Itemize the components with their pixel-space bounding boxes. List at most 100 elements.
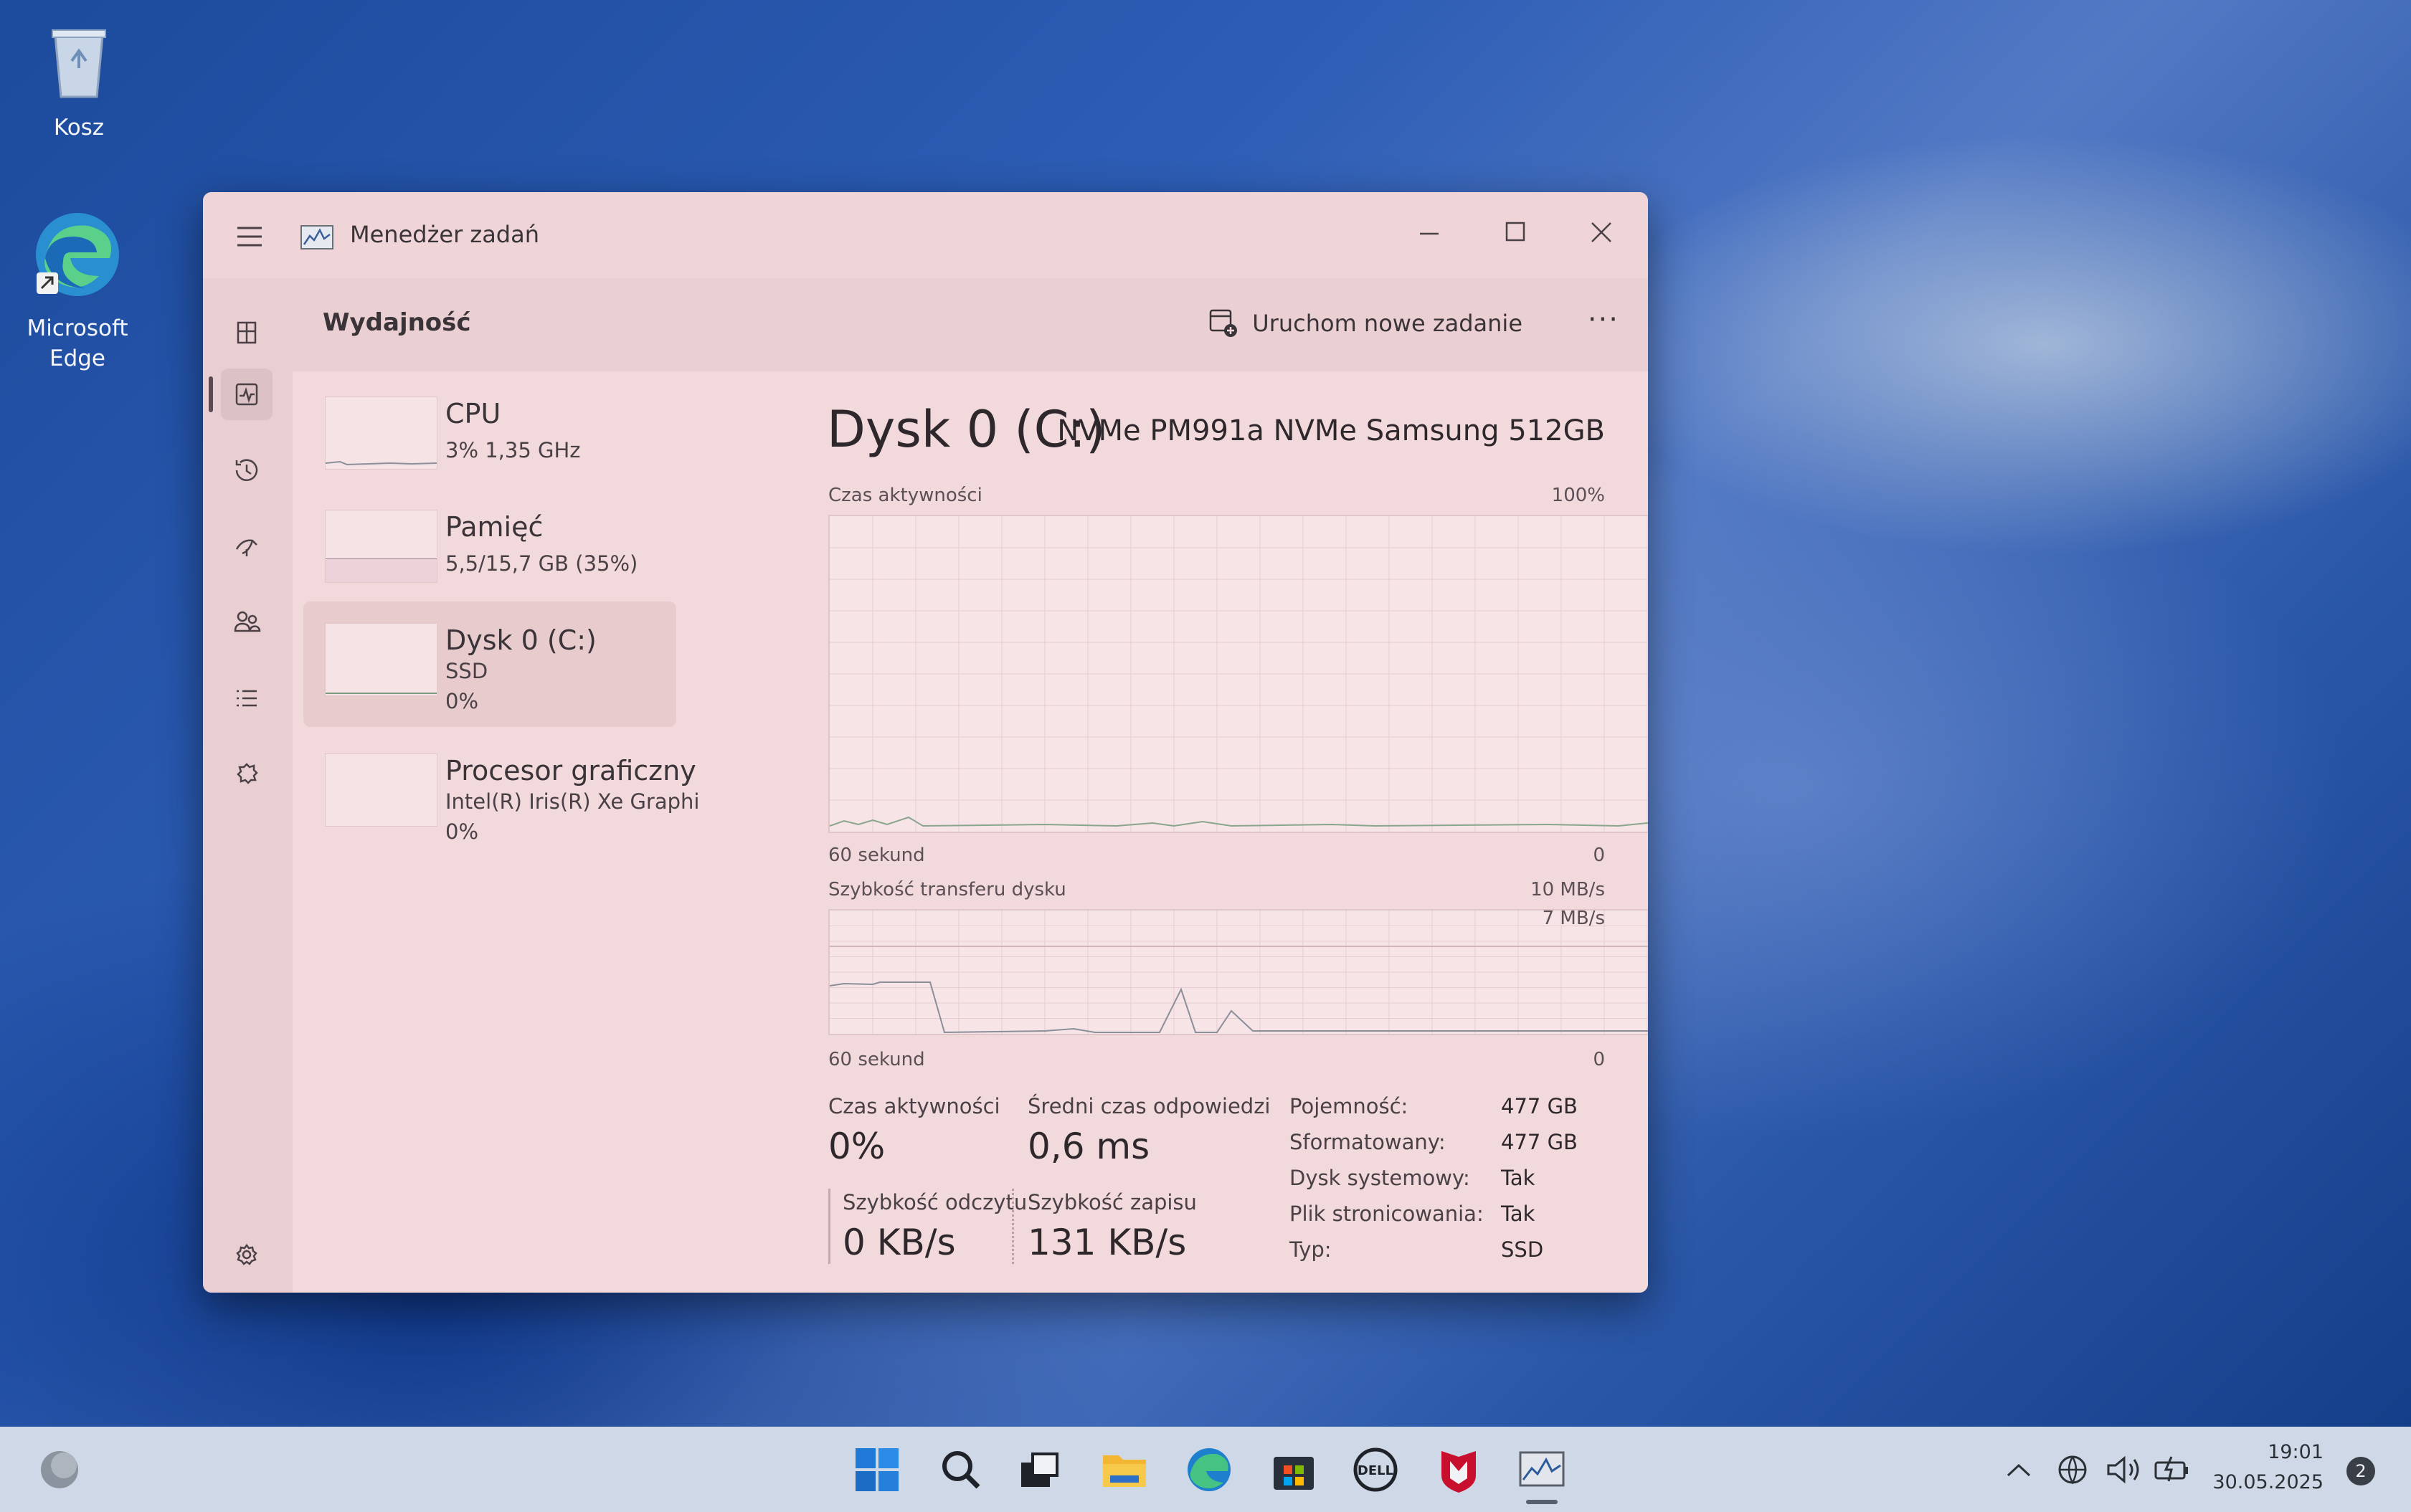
minimize-button[interactable] xyxy=(1390,208,1469,258)
edge-browser-icon[interactable] xyxy=(1182,1442,1236,1497)
graph1-label: Czas aktywności xyxy=(828,485,982,506)
search-icon[interactable] xyxy=(934,1442,988,1497)
read-divider xyxy=(828,1189,830,1264)
settings-gear-icon[interactable] xyxy=(221,1229,273,1280)
transfer-rate-graph xyxy=(828,909,1648,1035)
task-manager-taskbar-icon[interactable] xyxy=(1515,1442,1569,1497)
perf-item-disk0[interactable]: Dysk 0 (C:) SSD 0% xyxy=(303,602,676,727)
navigation-rail xyxy=(203,278,293,1293)
task-manager-app-icon xyxy=(300,225,333,249)
page-header: Wydajność Uruchom nowe zadanie ··· xyxy=(293,278,1648,371)
disk-model: NVMe PM991a NVMe Samsung 512GB xyxy=(1057,414,1605,447)
formatted-key: Sformatowany: xyxy=(1289,1130,1446,1154)
graph1-max: 100% xyxy=(1551,485,1605,506)
title-bar: Menedżer zadań xyxy=(203,192,1648,278)
active-time-label: Czas aktywności xyxy=(828,1094,1000,1118)
page-title: Wydajność xyxy=(323,308,471,337)
active-time-value: 0% xyxy=(828,1126,886,1167)
write-speed-value: 131 KB/s xyxy=(1028,1222,1187,1263)
perf-item-cpu[interactable]: CPU 3% 1,35 GHz xyxy=(303,375,676,500)
startup-apps-icon[interactable] xyxy=(221,520,273,572)
avg-response-value: 0,6 ms xyxy=(1028,1126,1150,1167)
processes-icon[interactable] xyxy=(221,307,273,358)
perf-item-memory[interactable]: Pamięć 5,5/15,7 GB (35%) xyxy=(303,488,676,614)
users-icon[interactable] xyxy=(221,596,273,648)
active-nav-indicator xyxy=(209,376,213,412)
capacity-key: Pojemność: xyxy=(1289,1094,1408,1118)
active-time-chart xyxy=(830,516,1648,832)
system-disk-key: Dysk systemowy: xyxy=(1289,1166,1470,1190)
details-icon[interactable] xyxy=(221,672,273,724)
volume-icon[interactable] xyxy=(2101,1442,2144,1497)
transfer-rate-chart xyxy=(830,910,1648,1034)
file-explorer-icon[interactable] xyxy=(1097,1442,1152,1497)
start-button-icon[interactable] xyxy=(850,1442,904,1497)
taskbar: DELL 19:01 30.05.2025 2 xyxy=(0,1427,2411,1512)
more-options-button[interactable]: ··· xyxy=(1588,303,1619,336)
edge-icon xyxy=(36,213,119,296)
dell-icon[interactable]: DELL xyxy=(1348,1442,1403,1497)
memory-thumbnail-graph xyxy=(325,510,437,583)
type-key: Typ: xyxy=(1289,1237,1332,1262)
perf-item-name: Pamięć xyxy=(445,511,544,543)
graph1-min: 0 xyxy=(1593,845,1605,866)
clock-time[interactable]: 19:01 xyxy=(2187,1441,2324,1463)
gpu-thumbnail-graph xyxy=(325,753,437,827)
read-speed-label: Szybkość odczytu xyxy=(843,1190,1028,1214)
microsoft-store-icon[interactable] xyxy=(1266,1442,1321,1497)
write-divider xyxy=(1012,1189,1014,1264)
new-task-icon xyxy=(1210,309,1238,337)
perf-item-detail: SSD xyxy=(445,659,488,683)
mcafee-icon[interactable] xyxy=(1431,1442,1486,1497)
chevron-up-icon[interactable] xyxy=(2001,1442,2037,1497)
graph2-time: 60 sekund xyxy=(828,1049,925,1070)
perf-item-usage: 0% xyxy=(445,689,479,713)
read-speed-value: 0 KB/s xyxy=(843,1222,956,1263)
cpu-thumbnail-graph xyxy=(325,396,437,470)
desktop-icon-label: Kosz xyxy=(53,115,105,141)
app-history-icon[interactable] xyxy=(221,444,273,496)
battery-charging-icon[interactable] xyxy=(2150,1442,2193,1497)
perf-item-detail: Intel(R) Iris(R) Xe Graphi xyxy=(445,789,700,814)
notification-badge[interactable]: 2 xyxy=(2346,1457,2375,1485)
active-app-indicator xyxy=(1526,1500,1558,1504)
performance-icon[interactable] xyxy=(221,369,273,420)
graph2-min: 0 xyxy=(1593,1049,1605,1070)
widgets-icon[interactable] xyxy=(32,1442,87,1497)
write-speed-label: Szybkość zapisu xyxy=(1028,1190,1197,1214)
graph2-mid: 7 MB/s xyxy=(1542,908,1605,929)
maximize-button[interactable] xyxy=(1476,208,1555,258)
desktop-icon-edge[interactable]: Microsoft Edge xyxy=(13,208,142,374)
graph2-label: Szybkość transferu dysku xyxy=(828,879,1066,900)
perf-item-name: Procesor graficzny xyxy=(445,755,696,786)
hamburger-menu-icon[interactable] xyxy=(232,222,267,251)
perf-item-name: CPU xyxy=(445,398,501,429)
perf-item-gpu[interactable]: Procesor graficzny Intel(R) Iris(R) Xe G… xyxy=(303,732,699,857)
perf-item-detail: 5,5/15,7 GB (35%) xyxy=(445,551,638,576)
perf-item-usage: 0% xyxy=(445,819,479,844)
perf-item-name: Dysk 0 (C:) xyxy=(445,624,597,656)
performance-content: CPU 3% 1,35 GHz Pamięć 5,5/15,7 GB (35%)… xyxy=(293,371,1648,1293)
perf-item-detail: 3% 1,35 GHz xyxy=(445,438,581,462)
svg-text:DELL: DELL xyxy=(1358,1463,1393,1478)
active-time-graph xyxy=(828,515,1648,833)
close-button[interactable] xyxy=(1562,208,1641,258)
disk-thumbnail-graph xyxy=(325,623,437,696)
formatted-value: 477 GB xyxy=(1501,1130,1578,1154)
system-disk-value: Tak xyxy=(1501,1166,1535,1190)
task-view-icon[interactable] xyxy=(1011,1442,1066,1497)
network-icon[interactable] xyxy=(2051,1442,2094,1497)
clock-date[interactable]: 30.05.2025 xyxy=(2187,1471,2324,1493)
run-new-task-label: Uruchom nowe zadanie xyxy=(1252,310,1522,337)
run-new-task-button[interactable]: Uruchom nowe zadanie xyxy=(1208,302,1522,345)
page-file-key: Plik stronicowania: xyxy=(1289,1202,1484,1226)
page-file-value: Tak xyxy=(1501,1202,1535,1226)
services-icon[interactable] xyxy=(221,748,273,800)
graph2-max: 10 MB/s xyxy=(1530,879,1605,900)
desktop-icon-recycle-bin[interactable]: Kosz xyxy=(14,22,143,143)
graph1-time: 60 sekund xyxy=(828,845,925,866)
task-manager-window: Menedżer zadań Wydajność Uruchom nowe za… xyxy=(203,192,1648,1293)
capacity-value: 477 GB xyxy=(1501,1094,1578,1118)
recycle-bin-icon xyxy=(52,29,106,98)
desktop-icon-label: Microsoft Edge xyxy=(27,315,128,371)
